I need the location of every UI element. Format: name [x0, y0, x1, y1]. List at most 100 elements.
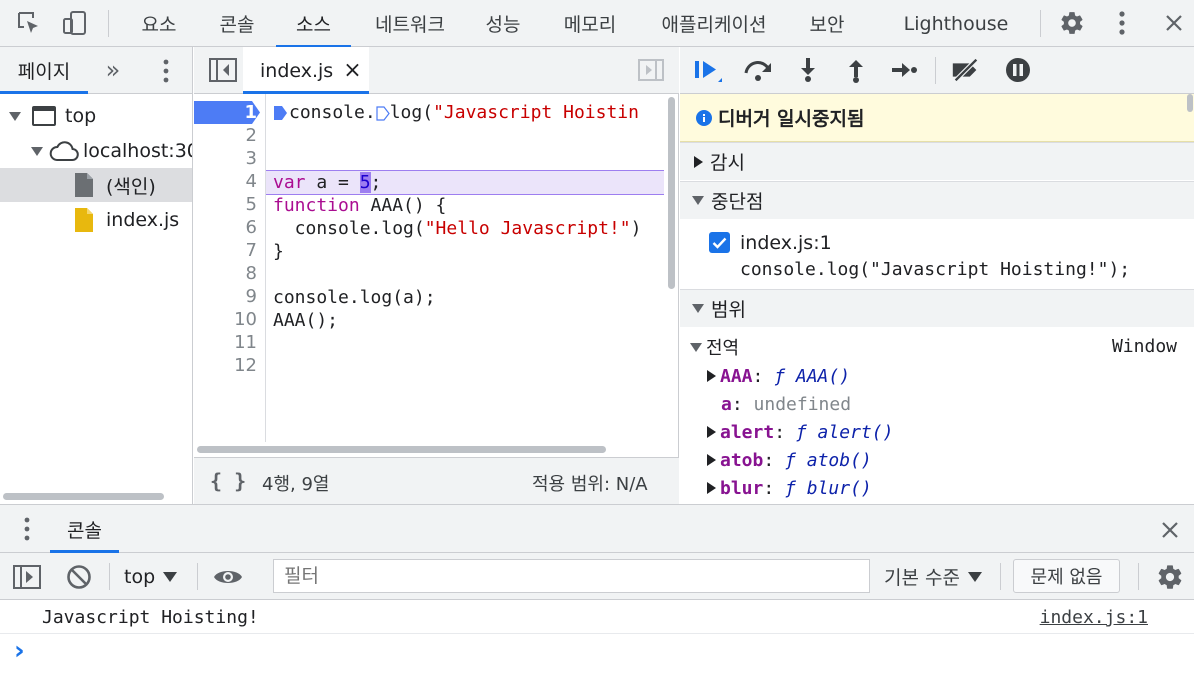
line-number[interactable]: 5: [246, 193, 257, 216]
device-toolbar-icon[interactable]: [60, 8, 90, 38]
line-number[interactable]: 3: [246, 147, 257, 170]
resume-icon[interactable]: [692, 55, 724, 85]
horizontal-scrollbar[interactable]: [197, 446, 606, 453]
close-drawer-icon[interactable]: [1160, 520, 1180, 540]
inspect-element-icon[interactable]: [14, 8, 44, 38]
expand-arrow-icon[interactable]: [707, 454, 716, 466]
line-number[interactable]: 1: [244, 101, 257, 124]
breakpoint-location[interactable]: index.js:1: [740, 232, 832, 254]
live-expression-eye-icon[interactable]: [213, 566, 243, 588]
inline-breakpoint-icon[interactable]: [274, 106, 287, 120]
vertical-scrollbar[interactable]: [668, 97, 675, 289]
scope-item[interactable]: AAA: ƒ AAA(): [680, 362, 1194, 390]
pretty-print-button[interactable]: { }: [210, 469, 246, 493]
line-number[interactable]: 6: [246, 216, 257, 239]
tab-performance[interactable]: 성능: [472, 0, 534, 47]
navigator-header: 페이지 »: [0, 47, 192, 94]
scope-item[interactable]: blur: ƒ blur(): [680, 474, 1194, 502]
line-number[interactable]: 10: [234, 308, 257, 331]
scope-item[interactable]: a: undefined: [680, 390, 1194, 418]
expand-arrow-icon[interactable]: [707, 426, 716, 438]
coverage-status[interactable]: 적용 범위: N/A: [532, 470, 648, 496]
show-sidebar-icon[interactable]: [13, 565, 41, 589]
tab-memory[interactable]: 메모리: [554, 0, 626, 47]
tree-item-index[interactable]: (색인): [0, 168, 192, 202]
tree-item-host[interactable]: localhost:30: [0, 134, 192, 168]
settings-gear-icon[interactable]: [1057, 8, 1087, 38]
section-scope[interactable]: 범위: [680, 289, 1194, 327]
inline-breakpoint-icon[interactable]: [376, 105, 390, 121]
expand-arrow-icon[interactable]: [707, 370, 716, 382]
log-level-dropdown[interactable]: 기본 수준: [884, 553, 988, 600]
line-number-gutter[interactable]: 1 2 3 4 5 6 7 8 9 10 11 12: [194, 94, 266, 442]
code-line-5[interactable]: function AAA() {: [273, 194, 446, 217]
console-prompt-icon[interactable]: ›: [14, 636, 25, 666]
navigator-menu-icon[interactable]: [154, 58, 178, 84]
code-line-9[interactable]: console.log(a);: [273, 286, 436, 309]
clear-console-icon[interactable]: [66, 564, 92, 590]
line-number[interactable]: 4: [246, 170, 257, 193]
pause-on-exceptions-icon[interactable]: [1002, 55, 1034, 85]
line-number[interactable]: 8: [246, 262, 257, 285]
drawer-menu-icon[interactable]: [24, 517, 34, 543]
horizontal-scrollbar[interactable]: [3, 493, 164, 500]
toggle-navigator-icon[interactable]: [209, 58, 237, 82]
tree-item-top[interactable]: top: [0, 99, 192, 133]
expand-arrow-icon[interactable]: [692, 196, 704, 205]
scope-item[interactable]: atob: ƒ atob(): [680, 446, 1194, 474]
tab-page[interactable]: 페이지: [0, 47, 88, 94]
issues-button[interactable]: 문제 없음: [1013, 559, 1120, 593]
expand-arrow-icon[interactable]: [9, 111, 21, 121]
step-out-icon[interactable]: [840, 55, 872, 85]
code-line-7[interactable]: }: [273, 240, 284, 263]
tab-console[interactable]: 콘솔: [206, 0, 268, 47]
step-icon[interactable]: [888, 55, 920, 85]
expand-arrow-icon[interactable]: [692, 304, 704, 313]
code-line-6[interactable]: console.log("Hello Javascript!"): [273, 217, 642, 240]
file-tab-indexjs[interactable]: index.js ×: [243, 47, 369, 94]
expand-arrow-icon[interactable]: [690, 342, 702, 352]
breakpoint-checkbox[interactable]: [709, 232, 730, 253]
collapse-arrow-icon[interactable]: [694, 155, 703, 168]
tab-network[interactable]: 네트워크: [364, 0, 456, 47]
line-number[interactable]: 12: [234, 354, 257, 377]
file-icon: [74, 172, 94, 198]
scope-global[interactable]: 전역 Window: [680, 333, 1194, 361]
section-watch[interactable]: 감시: [680, 142, 1194, 180]
source-link[interactable]: index.js:1: [1040, 607, 1148, 628]
log-level-label: 기본 수준: [884, 567, 960, 589]
toggle-debugger-icon[interactable]: [638, 59, 664, 81]
context-selector[interactable]: top: [124, 553, 186, 600]
tab-sources[interactable]: 소스: [276, 0, 351, 48]
expand-arrow-icon[interactable]: [707, 482, 716, 494]
filter-input[interactable]: [273, 559, 870, 593]
drawer-tab-console[interactable]: 콘솔: [50, 505, 119, 553]
tab-application[interactable]: 애플리케이션: [650, 0, 778, 47]
close-tab-icon[interactable]: ×: [343, 58, 361, 83]
line-number[interactable]: 2: [246, 124, 257, 147]
tab-elements[interactable]: 요소: [128, 0, 190, 47]
code-line-10[interactable]: AAA();: [273, 309, 338, 332]
step-over-icon[interactable]: [742, 55, 774, 85]
expand-arrow-icon[interactable]: [31, 146, 43, 156]
deactivate-breakpoints-icon[interactable]: [950, 55, 982, 85]
tree-item-indexjs[interactable]: index.js: [0, 203, 192, 237]
vertical-scrollbar[interactable]: [1187, 94, 1193, 112]
close-devtools-icon[interactable]: [1159, 8, 1189, 38]
more-tabs-chevron-icon[interactable]: »: [100, 55, 126, 85]
console-message-row: Javascript Hoisting! index.js:1: [0, 600, 1194, 634]
console-settings-gear-icon[interactable]: [1156, 563, 1184, 591]
line-number[interactable]: 9: [246, 285, 257, 308]
tab-security[interactable]: 보안: [796, 0, 858, 47]
tab-lighthouse[interactable]: Lighthouse: [896, 0, 1016, 47]
scope-item[interactable]: alert: ƒ alert(): [680, 418, 1194, 446]
line-number[interactable]: 7: [246, 239, 257, 262]
line-number[interactable]: 11: [234, 331, 257, 354]
code-line-4[interactable]: var a = 5;: [273, 171, 381, 194]
code-line-1[interactable]: console. log("Javascript Hoistin: [270, 101, 639, 124]
section-breakpoints[interactable]: 중단점: [680, 181, 1194, 219]
step-into-icon[interactable]: [792, 55, 824, 85]
more-options-icon[interactable]: [1107, 8, 1137, 38]
breakpoint-code[interactable]: console.log("Javascript Hoisting!");: [740, 259, 1130, 280]
tab-page-label: 페이지: [17, 61, 71, 83]
